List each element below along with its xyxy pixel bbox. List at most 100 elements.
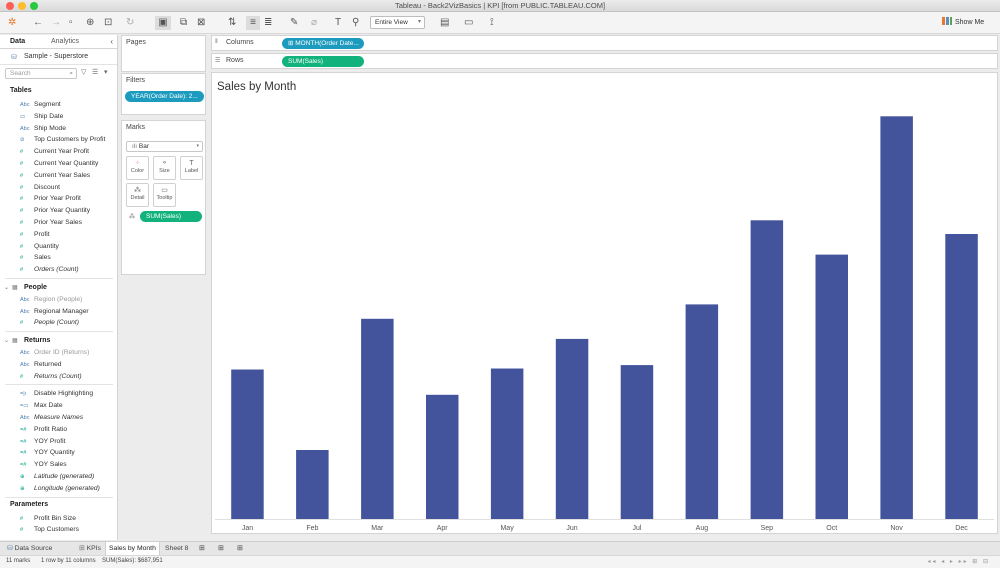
field-returns-count[interactable]: # Returns (Count) [20, 371, 82, 382]
bar-nov[interactable] [880, 116, 913, 520]
field-discount[interactable]: # Discount [20, 182, 60, 193]
new-dashboard-icon[interactable]: ⊞ [215, 542, 227, 555]
new-story-icon[interactable]: ⊞ [234, 542, 246, 555]
tooltip-button[interactable]: ▭ Tooltip [153, 183, 176, 207]
mark-type-dropdown[interactable]: ılı Bar ▾ [126, 141, 203, 152]
field-orders-count[interactable]: # Orders (Count) [20, 264, 79, 275]
field-disable-highlighting[interactable]: =|ı Disable Highlighting [20, 388, 93, 399]
tab-analytics[interactable]: Analytics [51, 38, 79, 45]
folder-returns[interactable]: ⌄ ▦ Returns [4, 335, 50, 346]
field-profit[interactable]: # Profit [20, 229, 50, 240]
bar-sep[interactable] [750, 220, 784, 520]
swap-rows-columns-icon[interactable]: ⇅ [228, 16, 236, 30]
bar-aug[interactable] [685, 304, 719, 519]
field-ship-mode[interactable]: Abc Ship Mode [20, 123, 66, 134]
datasource-item[interactable]: ⛁ Sample - Superstore [0, 49, 117, 65]
field-regional-manager[interactable]: Abc Regional Manager [20, 306, 89, 317]
pin-icon[interactable]: ⚲ [352, 16, 359, 30]
columns-pill-month[interactable]: ⊞ MONTH(Order Date... [282, 38, 364, 49]
chevron-down-icon[interactable]: ▾ [104, 68, 108, 76]
color-button[interactable]: ⁘ Color [126, 156, 149, 180]
presentation-icon[interactable]: ▭ [464, 16, 473, 30]
field-order-id-returns[interactable]: Abc Order ID (Returns) [20, 347, 89, 358]
refresh-icon[interactable]: ↻ [126, 16, 134, 30]
field-yoy-profit[interactable]: =# YOY Profit [20, 436, 65, 447]
label-button[interactable]: T Label [180, 156, 203, 180]
field-segment[interactable]: Abc Segment [20, 99, 61, 110]
field-returned[interactable]: Abc Returned [20, 359, 62, 370]
pages-card[interactable]: Pages [121, 35, 206, 72]
field-sales[interactable]: # Sales [20, 252, 51, 263]
sort-descending-icon[interactable]: ≣ [264, 16, 272, 30]
sheet-navigation-arrows[interactable]: ◂◂ ◂ ▸ ▸▸ ⊞ ⊟ [928, 558, 990, 565]
field-prior-year-sales[interactable]: # Prior Year Sales [20, 217, 82, 228]
bar-jun[interactable] [555, 338, 589, 519]
new-worksheet-icon[interactable]: ⊞ [196, 542, 208, 555]
tab-sheet-8[interactable]: Sheet 8 [162, 542, 191, 555]
bar-apr[interactable] [426, 394, 459, 519]
new-datasource-icon[interactable]: ⊕ [86, 16, 94, 30]
tab-sales-by-month[interactable]: Sales by Month [105, 542, 160, 555]
field-prior-year-quantity[interactable]: # Prior Year Quantity [20, 205, 90, 216]
pause-updates-icon[interactable]: ⊡ [104, 16, 112, 30]
show-cards-icon[interactable]: ▤ [440, 16, 449, 30]
collapse-pane-icon[interactable]: ‹ [110, 37, 113, 46]
field-measure-names[interactable]: Abc Measure Names [20, 412, 83, 423]
folder-people[interactable]: ⌄ ▦ People [4, 282, 47, 293]
field-label: Sales [34, 254, 51, 262]
bar-may[interactable] [490, 368, 524, 520]
save-icon[interactable]: ▫ [69, 16, 73, 30]
show-me-button[interactable]: Show Me [942, 16, 994, 30]
field-longitude-generated[interactable]: ⊕ Longitude (generated) [20, 483, 100, 494]
tab-data-source[interactable]: ⛁ Data Source [4, 542, 55, 555]
detail-button[interactable]: ⁂ Detail [126, 183, 149, 207]
field-yoy-sales[interactable]: =# YOY Sales [20, 459, 67, 470]
fit-dropdown[interactable]: Entire View ▾ [370, 16, 425, 29]
redo-icon[interactable]: → [51, 16, 61, 30]
sort-ascending-icon[interactable]: ≡ [246, 16, 260, 30]
viz-canvas[interactable]: Sales by Month Jan Feb Mar Apr May Jun Jul Aug S… [211, 72, 998, 534]
field-max-date[interactable]: =▭ Max Date [20, 400, 63, 411]
rows-pill-sum-sales[interactable]: SUM(Sales) [282, 56, 364, 67]
size-button[interactable]: ⚬ Size [153, 156, 176, 180]
field-people-count[interactable]: # People (Count) [20, 317, 79, 328]
bar-jul[interactable] [620, 365, 654, 519]
group-icon[interactable]: ⌀ [311, 16, 317, 30]
field-ship-date[interactable]: ▭ Ship Date [20, 111, 63, 122]
clear-sheet-icon[interactable]: ⊠ [197, 16, 205, 30]
tab-data[interactable]: Data [10, 38, 25, 45]
field-prior-year-profit[interactable]: # Prior Year Profit [20, 193, 81, 204]
share-icon[interactable]: ⟟ [490, 16, 494, 30]
duplicate-sheet-icon[interactable]: ⧉ [180, 16, 187, 30]
field-quantity[interactable]: # Quantity [20, 241, 59, 252]
filters-card[interactable]: Filters YEAR(Order Date): 2... [121, 73, 206, 115]
view-list-icon[interactable]: ☰ [92, 68, 98, 76]
rows-shelf[interactable]: ☰ Rows SUM(Sales) [211, 53, 998, 69]
field-top-customers-by-profit[interactable]: ⊘ Top Customers by Profit [20, 134, 105, 145]
field-current-year-quantity[interactable]: # Current Year Quantity [20, 158, 98, 169]
bar-mar[interactable] [361, 318, 394, 519]
text-label-icon[interactable]: T [335, 16, 341, 30]
field-current-year-sales[interactable]: # Current Year Sales [20, 170, 90, 181]
field-region-people[interactable]: Abc Region (People) [20, 294, 82, 305]
bar-oct[interactable] [815, 254, 849, 519]
filter-fields-icon[interactable]: ▽ [81, 68, 86, 76]
columns-shelf[interactable]: ⦀ Columns ⊞ MONTH(Order Date... [211, 35, 998, 51]
undo-icon[interactable]: ← [33, 16, 43, 30]
bar-feb[interactable] [296, 450, 329, 519]
field-yoy-quantity[interactable]: =# YOY Quantity [20, 447, 75, 458]
field-profit-ratio[interactable]: =# Profit Ratio [20, 424, 67, 435]
filter-pill-year[interactable]: YEAR(Order Date): 2... [125, 91, 204, 102]
marks-pill-sum-sales[interactable]: SUM(Sales) [140, 211, 202, 222]
highlight-icon[interactable]: ✎ [290, 16, 298, 30]
tableau-logo-icon[interactable]: ✲ [8, 16, 16, 30]
new-worksheet-icon[interactable]: ▣ [155, 16, 171, 30]
field-profit-bin-size[interactable]: # Profit Bin Size [20, 513, 76, 524]
tab-kpis[interactable]: ⊞ KPIs [76, 542, 104, 555]
field-current-year-profit[interactable]: # Current Year Profit [20, 146, 89, 157]
bar-jan[interactable] [231, 369, 264, 520]
bar-dec[interactable] [945, 234, 978, 519]
field-top-customers[interactable]: # Top Customers [20, 524, 79, 535]
field-latitude-generated[interactable]: ⊕ Latitude (generated) [20, 471, 94, 482]
search-input[interactable]: Search ⌕ [5, 68, 77, 79]
